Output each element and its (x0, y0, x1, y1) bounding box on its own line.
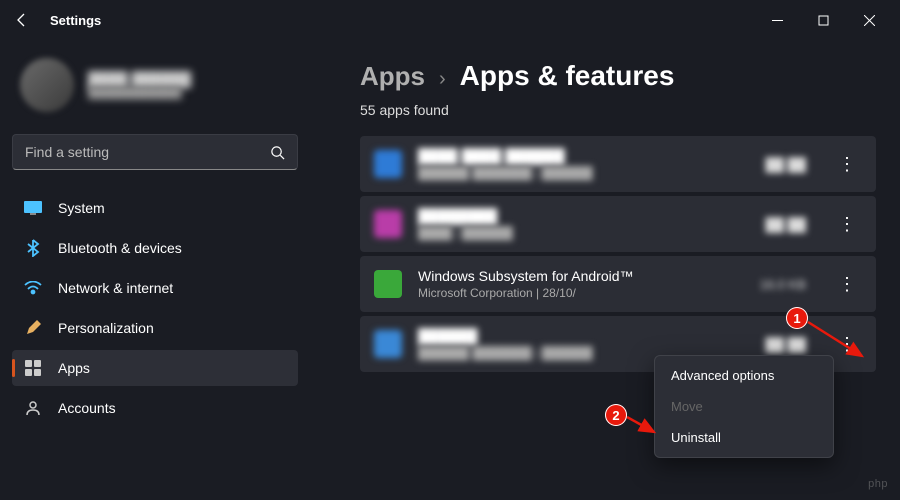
maximize-button[interactable] (800, 4, 846, 36)
app-icon (374, 210, 402, 238)
sidebar: ████ ██████ ████████████ System Bluetoot… (0, 40, 310, 500)
app-size: ██ ██ (766, 157, 806, 172)
close-button[interactable] (846, 4, 892, 36)
app-meta: ██████ ███████ | ██████ (418, 166, 750, 180)
nav-item-personalization[interactable]: Personalization (12, 310, 298, 346)
system-icon (24, 199, 42, 217)
bluetooth-icon (24, 239, 42, 257)
nav-label: Bluetooth & devices (58, 240, 182, 256)
nav-label: Network & internet (58, 280, 173, 296)
app-meta: ████ | ██████ (418, 226, 750, 240)
nav-item-accounts[interactable]: Accounts (12, 390, 298, 426)
nav-item-system[interactable]: System (12, 190, 298, 226)
apps-icon (24, 359, 42, 377)
accounts-icon (24, 399, 42, 417)
app-size: 16.0 KB (760, 277, 806, 292)
close-icon (864, 15, 875, 26)
app-card[interactable]: ████████ ████ | ██████ ██ ██ ⋮ (360, 196, 876, 252)
nav-item-network[interactable]: Network & internet (12, 270, 298, 306)
app-size: ██ ██ (766, 217, 806, 232)
search-input[interactable] (25, 144, 270, 160)
nav-item-apps[interactable]: Apps (12, 350, 298, 386)
window-title: Settings (50, 13, 101, 28)
window-controls (754, 4, 892, 36)
annotation-arrow-1 (804, 318, 874, 368)
apps-count: 55 apps found (360, 102, 876, 118)
app-meta: Microsoft Corporation | 28/10/ (418, 286, 744, 300)
app-icon (374, 270, 402, 298)
more-vertical-icon: ⋮ (838, 214, 856, 235)
minimize-button[interactable] (754, 4, 800, 36)
personalization-icon (24, 319, 42, 337)
titlebar: Settings (0, 0, 900, 40)
more-vertical-icon: ⋮ (838, 274, 856, 295)
nav-item-bluetooth[interactable]: Bluetooth & devices (12, 230, 298, 266)
app-size: ██ ██ (766, 337, 806, 352)
search-icon (270, 145, 285, 160)
breadcrumb: Apps › Apps & features (360, 60, 876, 92)
nav-label: Apps (58, 360, 90, 376)
more-vertical-icon: ⋮ (838, 154, 856, 175)
app-more-button[interactable]: ⋮ (832, 269, 862, 299)
back-button[interactable] (8, 6, 36, 34)
context-item-uninstall[interactable]: Uninstall (659, 422, 829, 453)
app-name: ████ ████ ██████ (418, 148, 750, 164)
annotation-badge-1: 1 (786, 307, 808, 329)
breadcrumb-parent[interactable]: Apps (360, 61, 425, 92)
annotation-badge-2: 2 (605, 404, 627, 426)
app-card[interactable]: Windows Subsystem for Android™ Microsoft… (360, 256, 876, 312)
profile-section[interactable]: ████ ██████ ████████████ (12, 50, 298, 130)
app-more-button[interactable]: ⋮ (832, 149, 862, 179)
profile-email: ████████████ (88, 87, 191, 99)
minimize-icon (772, 15, 783, 26)
app-name: ████████ (418, 208, 750, 224)
avatar (20, 58, 74, 112)
chevron-right-icon: › (439, 68, 446, 91)
breadcrumb-current: Apps & features (460, 60, 675, 92)
search-box[interactable] (12, 134, 298, 170)
app-list: ████ ████ ██████ ██████ ███████ | ██████… (360, 136, 876, 372)
network-icon (24, 279, 42, 297)
profile-name: ████ ██████ (88, 71, 191, 87)
maximize-icon (818, 15, 829, 26)
app-icon (374, 330, 402, 358)
nav-label: System (58, 200, 105, 216)
nav-label: Accounts (58, 400, 116, 416)
nav-label: Personalization (58, 320, 154, 336)
app-card[interactable]: ████ ████ ██████ ██████ ███████ | ██████… (360, 136, 876, 192)
app-name: Windows Subsystem for Android™ (418, 268, 744, 284)
context-item-move: Move (659, 391, 829, 422)
annotation-arrow-2 (624, 414, 664, 440)
app-icon (374, 150, 402, 178)
context-menu: Advanced options Move Uninstall (654, 355, 834, 458)
arrow-left-icon (14, 12, 30, 28)
app-more-button[interactable]: ⋮ (832, 209, 862, 239)
watermark: php (868, 478, 888, 490)
app-name: ██████ (418, 328, 750, 344)
